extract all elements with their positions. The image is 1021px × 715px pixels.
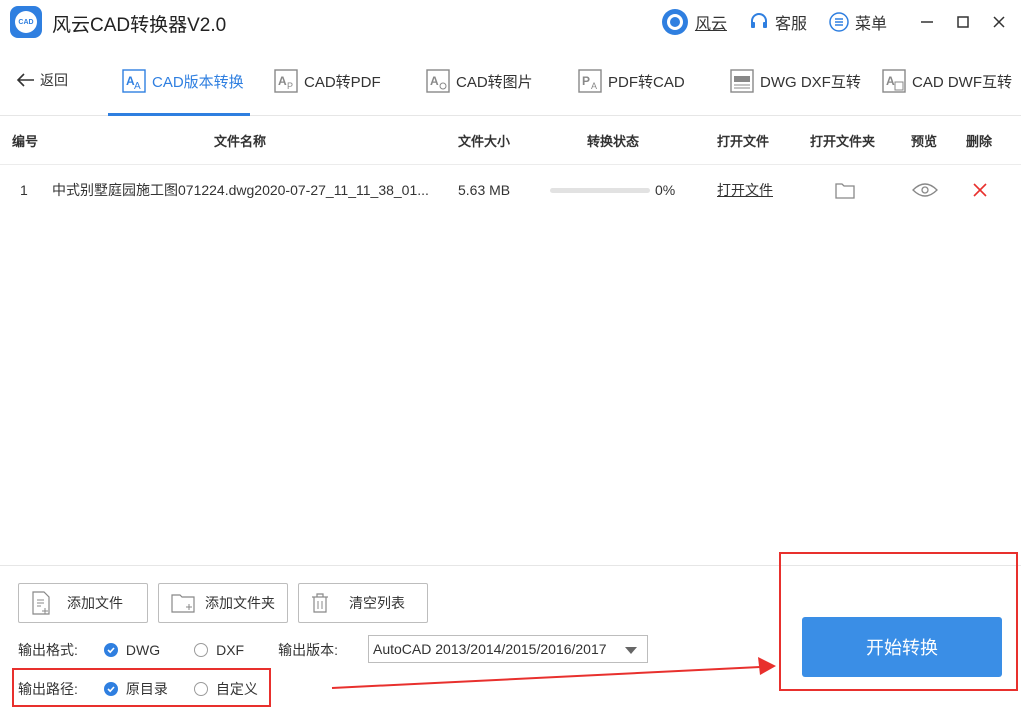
tab-label: DWG DXF互转 (760, 73, 861, 91)
customer-service-button[interactable]: 客服 (749, 10, 807, 34)
tab-cad-version[interactable]: AA CAD版本转换 (122, 66, 244, 96)
minimize-icon (921, 21, 933, 23)
app-logo: CAD (10, 6, 42, 38)
back-label: 返回 (40, 72, 68, 88)
open-folder-button[interactable] (835, 166, 855, 214)
col-header-index: 编号 (12, 134, 39, 149)
annotation-box-start-button (779, 552, 1018, 691)
user-label: 风云 (694, 16, 727, 33)
svg-text:P: P (582, 74, 590, 88)
svg-text:A: A (591, 81, 597, 91)
format-option-label: DWG (125, 642, 161, 658)
row-index: 1 (20, 182, 28, 198)
add-folder-label: 添加文件夹 (205, 595, 275, 611)
col-header-status: 转换状态 (587, 134, 640, 149)
col-header-preview: 预览 (911, 134, 938, 149)
user-account[interactable]: 风云 (661, 8, 727, 36)
close-button[interactable] (981, 0, 1017, 44)
add-folder-icon (171, 593, 195, 613)
output-format-label: 输出格式: (18, 642, 78, 658)
minimize-button[interactable] (909, 0, 945, 44)
table-header: 编号 文件名称 文件大小 转换状态 打开文件 打开文件夹 预览 删除 (0, 117, 1021, 165)
add-file-icon (31, 591, 51, 615)
close-icon (993, 16, 1005, 28)
tab-label: PDF转CAD (608, 73, 685, 91)
tab-cad-dwf[interactable]: A CAD DWF互转 (882, 66, 1012, 96)
tab-dwg-dxf[interactable]: DWG DXF互转 (730, 66, 861, 96)
svg-text:A: A (430, 74, 439, 88)
row-size: 5.63 MB (458, 182, 511, 198)
aa-icon: AA (122, 69, 146, 93)
table-row: 1 中式别墅庭园施工图071224.dwg2020-07-27_11_11_38… (0, 166, 1021, 214)
progress-track (550, 187, 650, 193)
active-tab-indicator (108, 113, 250, 116)
tab-label: CAD转PDF (304, 73, 381, 91)
maximize-button[interactable] (945, 0, 981, 44)
col-header-size: 文件大小 (458, 134, 511, 149)
ap-icon: AP (274, 69, 298, 93)
menu-label: 菜单 (854, 16, 887, 33)
image-icon: A (426, 69, 450, 93)
trash-icon (311, 593, 329, 613)
tab-label: CAD转图片 (456, 73, 533, 91)
annotation-arrow-icon (331, 657, 776, 689)
radio-unchecked-icon (194, 643, 209, 657)
app-window: CAD 风云CAD转换器V2.0 风云 客服 菜单 返回 A A CAD版本转换… (0, 0, 1021, 715)
add-folder-button[interactable]: 添加文件夹 (158, 583, 288, 623)
progress-bar (550, 166, 650, 214)
tab-label: CAD版本转换 (152, 73, 244, 91)
svg-text:P: P (287, 81, 293, 91)
title-bar: CAD 风云CAD转换器V2.0 风云 客服 菜单 (0, 0, 1021, 44)
progress-text: 0% (655, 182, 676, 198)
tab-pdf-to-cad[interactable]: PA PDF转CAD (578, 66, 685, 96)
back-button[interactable]: 返回 (16, 70, 68, 90)
add-file-label: 添加文件 (67, 595, 123, 611)
tab-cad-to-pdf[interactable]: AP CAD转PDF (274, 66, 381, 96)
chevron-down-icon (625, 647, 637, 654)
format-radio-dxf[interactable]: DXF (194, 642, 244, 658)
nav-bar: 返回 AA CAD版本转换 AP CAD转PDF A CAD转图片 PA PDF… (0, 46, 1021, 116)
arrow-left-icon (16, 73, 34, 87)
radio-checked-icon (103, 643, 118, 657)
clear-list-button[interactable]: 清空列表 (298, 583, 428, 623)
dwg-icon (730, 69, 754, 93)
headset-icon (749, 12, 769, 32)
open-file-link[interactable]: 打开文件 (717, 180, 773, 200)
menu-list-icon (829, 12, 849, 32)
app-title: 风云CAD转换器V2.0 (52, 15, 227, 36)
svg-text:A: A (278, 74, 287, 88)
col-header-delete: 删除 (966, 134, 993, 149)
user-avatar-icon (661, 8, 689, 36)
pdf-icon: PA (578, 69, 602, 93)
eye-icon (912, 183, 938, 197)
row-filename: 中式别墅庭园施工图071224.dwg2020-07-27_11_11_38_0… (52, 182, 429, 198)
output-format-row: 输出格式: DWG DXF 输出版本: (18, 640, 338, 660)
delete-x-icon (973, 183, 987, 197)
svg-text:A: A (134, 81, 141, 92)
add-file-button[interactable]: 添加文件 (18, 583, 148, 623)
logo-text: CAD (15, 11, 37, 33)
delete-button[interactable] (973, 166, 987, 214)
format-radio-dwg[interactable]: DWG (103, 642, 161, 658)
tab-label: CAD DWF互转 (912, 73, 1012, 91)
col-header-open-file: 打开文件 (717, 134, 770, 149)
svg-text:A: A (886, 74, 895, 88)
tab-cad-to-image[interactable]: A CAD转图片 (426, 66, 533, 96)
col-header-open-folder: 打开文件夹 (810, 134, 876, 149)
folder-icon (835, 183, 855, 199)
annotation-box-output-path (12, 668, 271, 707)
col-header-filename: 文件名称 (214, 134, 267, 149)
menu-button[interactable]: 菜单 (829, 10, 887, 34)
format-option-label: DXF (216, 642, 245, 658)
service-label: 客服 (774, 16, 807, 33)
maximize-icon (957, 16, 969, 28)
clear-list-label: 清空列表 (349, 595, 405, 611)
preview-button[interactable] (912, 166, 938, 214)
dwf-icon: A (882, 69, 906, 93)
